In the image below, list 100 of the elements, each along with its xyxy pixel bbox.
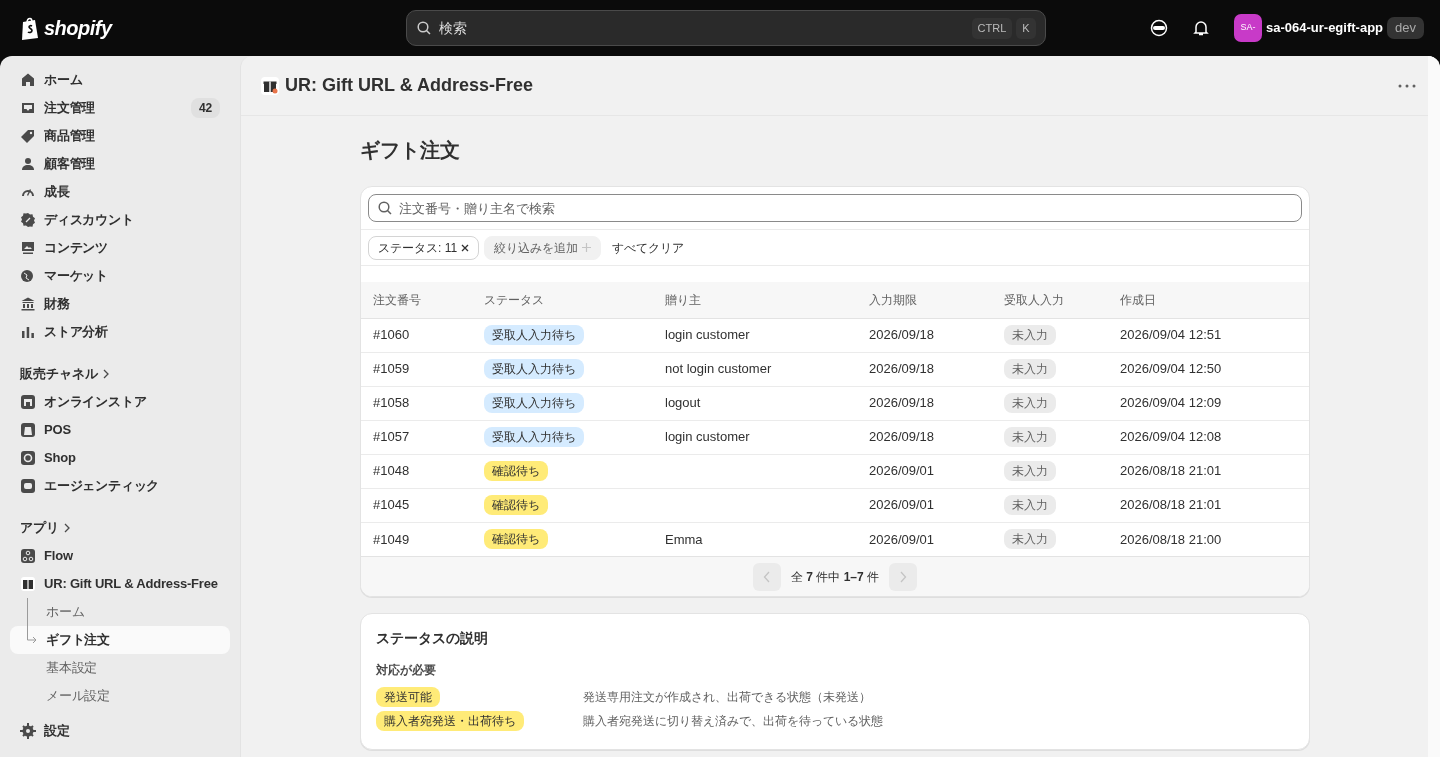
status-badge: 受取人入力待ち <box>484 393 584 413</box>
flow-icon <box>20 548 36 564</box>
sidebar-item[interactable]: 商品管理 <box>10 122 230 150</box>
sidebar-item[interactable]: UR: Gift URL & Address-Free <box>10 570 230 598</box>
table-cell: Emma <box>665 531 703 547</box>
close-icon <box>461 243 470 252</box>
column-header: ステータス <box>472 282 653 318</box>
sidebar-item[interactable]: 基本設定 <box>10 654 230 682</box>
bank-icon <box>20 296 36 312</box>
sidebar-item[interactable]: ギフト注文 <box>10 626 230 654</box>
sidebar-item[interactable]: オンラインストア <box>10 388 230 416</box>
storefront-icon <box>20 394 36 410</box>
sidebar-item[interactable]: ストア分析 <box>10 318 230 346</box>
column-header: 注文番号 <box>361 282 472 318</box>
bar-chart-icon <box>20 324 36 340</box>
status-badge: 発送可能 <box>376 686 440 707</box>
logo-text: shopify <box>44 16 112 41</box>
status-badge: 確認待ち <box>484 495 548 515</box>
table-cell: login customer <box>665 429 750 445</box>
table-cell: #1048 <box>361 454 472 488</box>
search-icon <box>415 20 432 36</box>
tree-line <box>24 598 38 644</box>
table-cell: #1045 <box>361 488 472 522</box>
table-cell: 2026/09/04 12:09 <box>1108 386 1309 420</box>
search-field[interactable]: 注文番号・贈り主名で検索 <box>368 194 1302 222</box>
shopping-bag-logo-icon <box>20 16 40 40</box>
count-badge: 42 <box>191 98 220 118</box>
table-cell: #1049 <box>361 522 472 556</box>
status-description: 発送専用注文が作成され、出荷できる状態（未発送） <box>583 688 871 706</box>
table-cell: 2026/09/18 <box>857 420 992 454</box>
robot-icon <box>20 478 36 494</box>
sidebar-item[interactable]: 財務 <box>10 290 230 318</box>
sidebar-item[interactable]: ホーム <box>10 66 230 94</box>
more-icon[interactable] <box>1398 83 1416 88</box>
table-cell: #1059 <box>361 352 472 386</box>
image-icon <box>20 240 36 256</box>
input-status-badge: 未入力 <box>1004 427 1056 447</box>
table-cell: 2026/08/18 21:01 <box>1108 488 1309 522</box>
table-cell: #1058 <box>361 386 472 420</box>
card-title: ステータスの説明 <box>376 630 489 647</box>
table-cell: 2026/09/04 12:51 <box>1108 318 1309 352</box>
notification-icon[interactable] <box>1192 19 1210 37</box>
environment-badge: dev <box>1387 17 1424 39</box>
table-cell: 2026/09/01 <box>857 488 992 522</box>
home-icon <box>20 72 36 88</box>
chevron-icon <box>762 570 771 583</box>
sidebar-item[interactable]: ホーム <box>10 598 230 626</box>
sidebar-item[interactable]: 成長 <box>10 178 230 206</box>
table-cell: #1057 <box>361 420 472 454</box>
sidebar-item[interactable]: メール設定 <box>10 682 230 710</box>
status-description: 購入者宛発送に切り替え済みで、出荷を待っている状態 <box>583 712 883 730</box>
sidebar-item[interactable]: Shop <box>10 444 230 472</box>
table-cell: login customer <box>665 327 750 343</box>
page-title: ギフト注文 <box>360 138 461 162</box>
column-header: 入力期限 <box>857 282 992 318</box>
table-cell: 2026/08/18 21:00 <box>1108 522 1309 556</box>
chevron-icon <box>899 570 908 583</box>
discount-icon <box>20 212 36 228</box>
sidebar-item[interactable]: 注文管理 42 <box>10 94 230 122</box>
store-avatar[interactable]: SA- <box>1234 14 1262 42</box>
table-cell: 2026/09/01 <box>857 522 992 556</box>
status-badge: 購入者宛発送・出荷待ち <box>376 710 524 731</box>
chevron-icon <box>102 369 110 379</box>
group-heading: 対応が必要 <box>376 661 437 679</box>
table-cell: 2026/09/04 12:08 <box>1108 420 1309 454</box>
filter-chip[interactable]: ステータス: 11 <box>368 235 480 260</box>
sidebar-item[interactable]: マーケット <box>10 262 230 290</box>
section-heading[interactable]: 販売チャネル <box>20 364 98 384</box>
circle-icon <box>20 450 36 466</box>
sidebar-item[interactable]: Flow <box>10 542 230 570</box>
globe-icon <box>20 268 36 284</box>
input-status-badge: 未入力 <box>1004 393 1056 413</box>
tag-icon <box>20 128 36 144</box>
status-badge: 受取人入力待ち <box>484 427 584 447</box>
person-icon <box>20 156 36 172</box>
column-header: 受取人入力 <box>992 282 1108 318</box>
clear-all-link[interactable]: すべてクリア <box>606 238 691 257</box>
sidebar-item[interactable]: ディスカウント <box>10 206 230 234</box>
sidebar-item[interactable]: POS <box>10 416 230 444</box>
column-header: 作成日 <box>1108 282 1309 318</box>
shortcut-key: CTRL <box>971 18 1013 39</box>
section-heading[interactable]: アプリ <box>20 518 59 538</box>
sidebar-item[interactable]: 顧客管理 <box>10 150 230 178</box>
input-status-badge: 未入力 <box>1004 529 1056 550</box>
pagination-text: 全 7 件中 1–7 件 <box>790 568 880 586</box>
add-filter-button[interactable]: 絞り込みを追加 <box>484 235 602 260</box>
table-cell: 2026/09/18 <box>857 386 992 420</box>
table-cell: 2026/09/18 <box>857 318 992 352</box>
status-badge: 受取人入力待ち <box>484 359 584 379</box>
sidebar-item[interactable]: エージェンティック <box>10 472 230 500</box>
status-badge: 確認待ち <box>484 461 548 481</box>
table-cell: 2026/09/01 <box>857 454 992 488</box>
sidebar-item[interactable]: 設定 <box>10 717 230 745</box>
gear-icon <box>20 723 36 739</box>
table-cell: #1060 <box>361 318 472 352</box>
table-cell: logout <box>665 395 701 411</box>
status-badge: 受取人入力待ち <box>484 325 584 345</box>
store-name[interactable]: sa-064-ur-egift-app <box>1266 18 1384 38</box>
sidebar-item[interactable]: コンテンツ <box>10 234 230 262</box>
input-status-badge: 未入力 <box>1004 359 1056 379</box>
